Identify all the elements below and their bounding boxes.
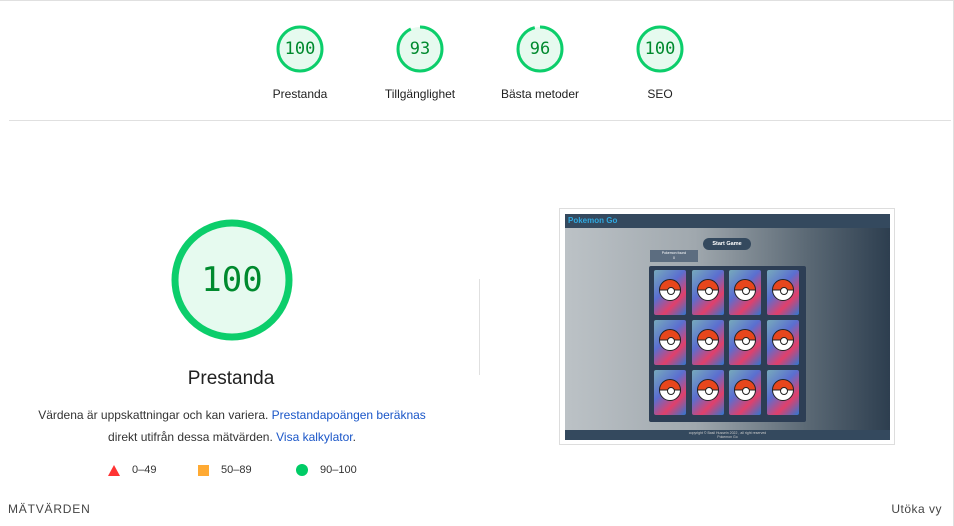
pokeball-icon — [771, 329, 794, 351]
gauge-score: 93 — [409, 39, 431, 59]
pokemon-card — [654, 270, 686, 315]
gauge-label: Prestanda — [272, 87, 328, 101]
app-footer: copyright © Basil Hussein 2022 , all rig… — [565, 430, 890, 440]
pokeball-icon — [771, 379, 794, 401]
legend-range: 0–49 — [132, 464, 157, 476]
pokemon-card — [729, 270, 761, 315]
pokemon-card — [766, 320, 799, 365]
pokemon-card — [766, 370, 799, 415]
legend-item-fail: 0–49 — [108, 464, 156, 476]
screenshot-image: Pokemon Go Start Game Pokemon found 0 co… — [565, 214, 890, 440]
pokeball-icon — [734, 279, 756, 301]
legend-range: 90–100 — [320, 464, 357, 476]
pokeball-icon — [734, 379, 756, 401]
pokemon-card — [691, 270, 724, 315]
legend-item-average: 50–89 — [198, 464, 252, 476]
pokeball-icon — [734, 329, 756, 351]
section-divider — [9, 120, 951, 121]
calculator-link[interactable]: Visa kalkylator — [276, 430, 352, 444]
metrics-heading: MÄTVÄRDEN — [8, 502, 91, 516]
vertical-divider — [479, 279, 480, 375]
final-screenshot[interactable]: Pokemon Go Start Game Pokemon found 0 co… — [559, 208, 895, 445]
pokemon-card — [654, 370, 686, 415]
gauge-seo[interactable]: 100 SEO — [610, 24, 710, 101]
legend-item-pass: 90–100 — [296, 464, 357, 476]
app-title: Pokemon Go — [568, 216, 618, 225]
legend-range: 50–89 — [221, 464, 252, 476]
pokemon-found-value: 0 — [673, 256, 675, 260]
pokemon-found-box: Pokemon found 0 — [650, 250, 698, 262]
pokemon-card — [729, 370, 761, 415]
gauge-score: 96 — [529, 39, 551, 59]
desc-text: direkt utifrån dessa mätvärden. — [108, 430, 277, 444]
performance-title: Prestanda — [187, 368, 275, 389]
desc-text: . — [352, 430, 356, 444]
expand-view-button[interactable]: Utöka vy — [891, 502, 942, 516]
pokeball-icon — [696, 379, 719, 401]
score-calculation-link[interactable]: Prestandapoängen beräknas — [272, 408, 426, 422]
pokeball-icon — [771, 279, 794, 301]
performance-gauge-large: 100 — [171, 219, 293, 341]
performance-score: 100 — [201, 260, 263, 300]
app-header: Pokemon Go — [565, 214, 890, 228]
score-legend: 0–49 50–89 90–100 — [0, 464, 460, 480]
card-grid — [649, 266, 806, 422]
category-gauges: 100 Prestanda 93 Tillgänglighet 96 Bästa… — [0, 0, 954, 120]
gauge-label: Bästa metoder — [500, 87, 580, 101]
gauge-label: Tillgänglighet — [384, 87, 456, 101]
pokeball-icon — [659, 329, 681, 351]
pokeball-icon — [659, 379, 681, 401]
performance-description: Värdena är uppskattningar och kan varier… — [22, 404, 442, 448]
start-game-button: Start Game — [703, 238, 751, 250]
gauge-performance[interactable]: 100 Prestanda — [250, 24, 350, 101]
square-icon — [198, 464, 209, 476]
gauge-accessibility[interactable]: 93 Tillgänglighet — [370, 24, 470, 101]
pokemon-card — [654, 320, 686, 365]
pokemon-card — [691, 370, 724, 415]
gauge-score: 100 — [644, 39, 676, 59]
pokemon-card — [729, 320, 761, 365]
triangle-icon — [108, 464, 120, 476]
circle-icon — [296, 464, 308, 476]
pokemon-card — [766, 270, 799, 315]
pokeball-icon — [659, 279, 681, 301]
pokeball-icon — [696, 279, 719, 301]
pokeball-icon — [696, 329, 719, 351]
pokemon-card — [691, 320, 724, 365]
gauge-best-practices[interactable]: 96 Bästa metoder — [490, 24, 590, 101]
app-footer-text: copyright © Basil Hussein 2022 , all rig… — [688, 431, 767, 439]
desc-text: Värdena är uppskattningar och kan varier… — [38, 408, 272, 422]
gauge-score: 100 — [284, 39, 316, 59]
gauge-label: SEO — [647, 87, 673, 101]
